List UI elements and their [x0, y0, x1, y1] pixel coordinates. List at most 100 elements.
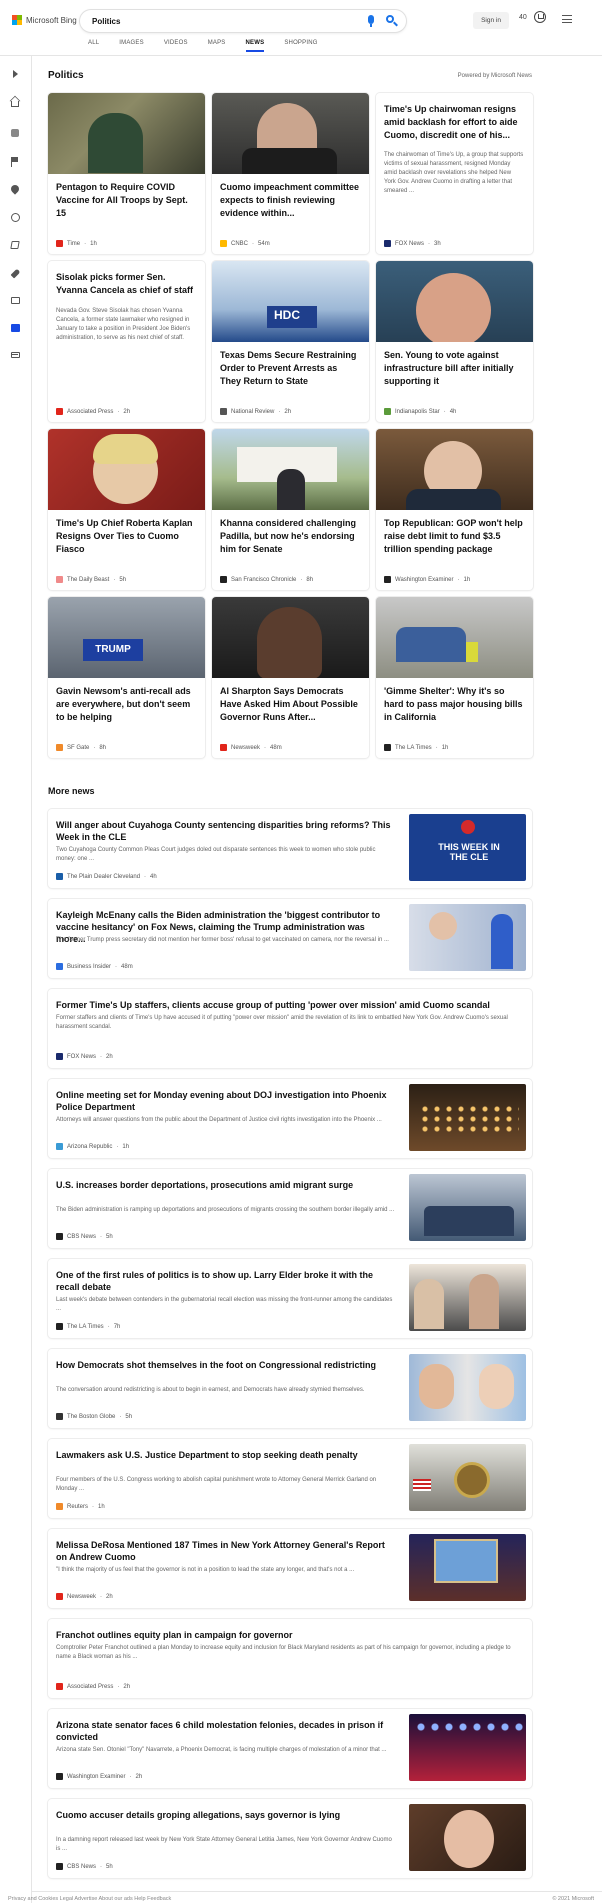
news-item-image[interactable]: [409, 1444, 526, 1511]
news-item-title[interactable]: How Democrats shot themselves in the foo…: [56, 1359, 396, 1371]
news-card-title[interactable]: Time's Up Chief Roberta Kaplan Resigns O…: [56, 517, 196, 556]
news-card[interactable]: Gavin Newsom's anti-recall ads are every…: [48, 597, 205, 758]
news-card-image[interactable]: [212, 597, 369, 678]
news-item-image[interactable]: [409, 814, 526, 881]
source-logo-icon: [220, 744, 227, 751]
rewards-count[interactable]: 40: [519, 14, 527, 21]
news-item-image[interactable]: [409, 1084, 526, 1151]
news-card-image[interactable]: [48, 93, 205, 174]
news-card-title[interactable]: Sisolak picks former Sen. Yvanna Cancela…: [56, 271, 196, 297]
microphone-icon[interactable]: [368, 15, 374, 27]
news-card-title[interactable]: 'Gimme Shelter': Why it's so hard to pas…: [384, 685, 524, 724]
politics-icon[interactable]: [11, 324, 20, 332]
news-list-item[interactable]: Will anger about Cuyahoga County sentenc…: [48, 809, 532, 888]
news-item-title[interactable]: Former Time's Up staffers, clients accus…: [56, 999, 524, 1011]
news-card[interactable]: Sen. Young to vote against infrastructur…: [376, 261, 533, 422]
news-item-title[interactable]: Lawmakers ask U.S. Justice Department to…: [56, 1449, 396, 1461]
news-card[interactable]: Sisolak picks former Sen. Yvanna Cancela…: [48, 261, 205, 422]
news-card[interactable]: 'Gimme Shelter': Why it's so hard to pas…: [376, 597, 533, 758]
news-card-image[interactable]: [48, 429, 205, 510]
news-card[interactable]: Texas Dems Secure Restraining Order to P…: [212, 261, 369, 422]
news-card[interactable]: Time's Up chairwoman resigns amid backla…: [376, 93, 533, 254]
news-card-image[interactable]: [376, 597, 533, 678]
news-card-title[interactable]: Pentagon to Require COVID Vaccine for Al…: [56, 181, 196, 220]
news-card[interactable]: Cuomo impeachment committee expects to f…: [212, 93, 369, 254]
education-icon[interactable]: [10, 241, 20, 249]
news-card[interactable]: Time's Up Chief Roberta Kaplan Resigns O…: [48, 429, 205, 590]
news-item-title[interactable]: Will anger about Cuyahoga County sentenc…: [56, 819, 396, 843]
tools-icon[interactable]: [11, 129, 19, 137]
news-card-title[interactable]: Time's Up chairwoman resigns amid backla…: [384, 103, 524, 142]
tab-images[interactable]: IMAGES: [119, 40, 154, 52]
money-card-icon[interactable]: [11, 352, 20, 358]
news-list-item[interactable]: Lawmakers ask U.S. Justice Department to…: [48, 1439, 532, 1518]
search-icon[interactable]: [385, 14, 399, 28]
news-list-item[interactable]: Melissa DeRosa Mentioned 187 Times in Ne…: [48, 1529, 532, 1608]
sign-in-button[interactable]: Sign in: [473, 12, 509, 29]
news-card-title[interactable]: Khanna considered challenging Padilla, b…: [220, 517, 360, 556]
news-card[interactable]: Khanna considered challenging Padilla, b…: [212, 429, 369, 590]
news-card-image[interactable]: [48, 597, 205, 678]
news-list-item[interactable]: Online meeting set for Monday evening ab…: [48, 1079, 532, 1158]
news-item-title[interactable]: Cuomo accuser details groping allegation…: [56, 1809, 396, 1821]
news-list-item[interactable]: Former Time's Up staffers, clients accus…: [48, 989, 532, 1068]
entertainment-icon[interactable]: [11, 297, 20, 304]
flag-icon[interactable]: [11, 157, 19, 167]
source-name: CBS News: [67, 1863, 97, 1870]
news-item-image[interactable]: [409, 1264, 526, 1331]
news-list-item[interactable]: How Democrats shot themselves in the foo…: [48, 1349, 532, 1428]
news-item-title[interactable]: Melissa DeRosa Mentioned 187 Times in Ne…: [56, 1539, 396, 1563]
news-card-title[interactable]: Cuomo impeachment committee expects to f…: [220, 181, 360, 220]
bing-logo[interactable]: Microsoft Bing: [12, 15, 77, 25]
news-list-item[interactable]: Franchot outlines equity plan in campaig…: [48, 1619, 532, 1698]
tab-maps[interactable]: MAPS: [208, 40, 236, 52]
news-card-image[interactable]: [376, 261, 533, 342]
news-list-item[interactable]: Cuomo accuser details groping allegation…: [48, 1799, 532, 1878]
news-item-image[interactable]: [409, 1174, 526, 1241]
footer-links[interactable]: Privacy and Cookies Legal Advertise Abou…: [8, 1896, 171, 1902]
news-item-image[interactable]: [409, 1534, 526, 1601]
news-card-image[interactable]: [212, 429, 369, 510]
news-card[interactable]: Al Sharpton Says Democrats Have Asked Hi…: [212, 597, 369, 758]
news-item-snippet: Former staffers and clients of Time's Up…: [56, 1015, 508, 1030]
news-item-image[interactable]: [409, 1354, 526, 1421]
location-pin-icon[interactable]: [9, 183, 21, 195]
news-item-source: Reuters · 1h: [56, 1503, 105, 1510]
news-card[interactable]: Pentagon to Require COVID Vaccine for Al…: [48, 93, 205, 254]
news-card-title[interactable]: Gavin Newsom's anti-recall ads are every…: [56, 685, 196, 724]
news-card[interactable]: Top Republican: GOP won't help raise deb…: [376, 429, 533, 590]
news-item-title[interactable]: Arizona state senator faces 6 child mole…: [56, 1719, 396, 1743]
source-age: 2h: [284, 408, 292, 415]
news-card-title[interactable]: Top Republican: GOP won't help raise deb…: [384, 517, 524, 556]
news-list-item[interactable]: One of the first rules of politics is to…: [48, 1259, 532, 1338]
news-card-image[interactable]: [212, 93, 369, 174]
news-card-title[interactable]: Sen. Young to vote against infrastructur…: [384, 349, 524, 388]
tab-all[interactable]: ALL: [88, 40, 109, 52]
hamburger-menu-icon[interactable]: [562, 15, 572, 23]
search-input[interactable]: [92, 14, 342, 28]
news-card-image[interactable]: [212, 261, 369, 342]
tab-news[interactable]: NEWS: [245, 40, 275, 52]
news-card-title[interactable]: Texas Dems Secure Restraining Order to P…: [220, 349, 360, 388]
tab-videos[interactable]: VIDEOS: [164, 40, 198, 52]
news-item-image[interactable]: [409, 904, 526, 971]
globe-icon[interactable]: [11, 213, 20, 222]
news-item-title[interactable]: U.S. increases border deportations, pros…: [56, 1179, 396, 1191]
home-icon[interactable]: [11, 101, 19, 107]
news-item-title[interactable]: Franchot outlines equity plan in campaig…: [56, 1629, 524, 1641]
expand-chevron-icon[interactable]: [13, 70, 18, 78]
rocket-icon[interactable]: [10, 268, 21, 279]
news-list-item[interactable]: U.S. increases border deportations, pros…: [48, 1169, 532, 1248]
news-card-title[interactable]: Al Sharpton Says Democrats Have Asked Hi…: [220, 685, 360, 724]
news-item-image[interactable]: [409, 1804, 526, 1871]
news-card-image[interactable]: [376, 429, 533, 510]
tab-shopping[interactable]: SHOPPING: [284, 40, 327, 52]
news-item-title[interactable]: One of the first rules of politics is to…: [56, 1269, 396, 1293]
news-list-item[interactable]: Kayleigh McEnany calls the Biden adminis…: [48, 899, 532, 978]
news-item-image[interactable]: [409, 1714, 526, 1781]
rewards-trophy-icon[interactable]: [534, 11, 546, 23]
search-scope-tabs: ALL IMAGES VIDEOS MAPS NEWS SHOPPING: [88, 40, 338, 52]
news-list-item[interactable]: Arizona state senator faces 6 child mole…: [48, 1709, 532, 1788]
news-item-title[interactable]: Online meeting set for Monday evening ab…: [56, 1089, 396, 1113]
source-logo-icon: [56, 963, 63, 970]
